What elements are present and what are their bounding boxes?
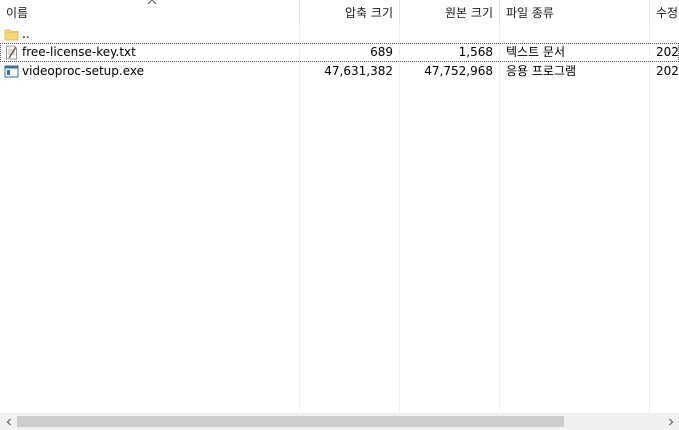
file-name: videoproc-setup.exe	[22, 64, 144, 78]
list-item-application[interactable]: videoproc-setup.exe 47,631,382 47,752,96…	[0, 62, 679, 81]
column-header-name-label: 이름	[6, 6, 29, 20]
column-header-file-type-label: 파일 종류	[506, 6, 554, 20]
column-header-modified[interactable]: 수정	[650, 0, 679, 24]
file-list-view[interactable]: 이름 압축 크기 원본 크기 파일 종류 수정 .. free-license-…	[0, 0, 679, 430]
scroll-right-button[interactable]	[662, 413, 679, 430]
file-name: free-license-key.txt	[22, 45, 136, 59]
original-size: 1,568	[458, 45, 493, 59]
column-header-compressed-size[interactable]: 압축 크기	[300, 0, 399, 24]
horizontal-scrollbar[interactable]	[0, 413, 679, 430]
scroll-left-button[interactable]	[0, 413, 17, 430]
file-type: 응용 프로그램	[506, 64, 577, 78]
column-header-compressed-size-label: 압축 크기	[345, 6, 393, 20]
file-type: 텍스트 문서	[506, 45, 566, 59]
list-item-parent-folder[interactable]: ..	[0, 25, 679, 44]
chevron-left-icon	[6, 418, 11, 425]
list-item-text-file[interactable]: free-license-key.txt 689 1,568 텍스트 문서 20…	[0, 43, 679, 62]
compressed-size: 47,631,382	[324, 64, 393, 78]
column-header-modified-label: 수정	[656, 6, 679, 20]
original-size: 47,752,968	[424, 64, 493, 78]
file-name: ..	[22, 27, 30, 41]
column-header-original-size-label: 원본 크기	[445, 6, 493, 20]
column-header-file-type[interactable]: 파일 종류	[500, 0, 649, 24]
sort-ascending-icon	[147, 0, 157, 5]
chevron-right-icon	[668, 418, 673, 425]
modified-date: 2020	[656, 64, 679, 78]
column-header-bar: 이름 압축 크기 원본 크기 파일 종류 수정	[0, 0, 679, 24]
modified-date: 2020	[656, 45, 679, 59]
column-header-original-size[interactable]: 원본 크기	[400, 0, 499, 24]
scrollbar-thumb[interactable]	[17, 416, 564, 427]
compressed-size: 689	[370, 45, 393, 59]
